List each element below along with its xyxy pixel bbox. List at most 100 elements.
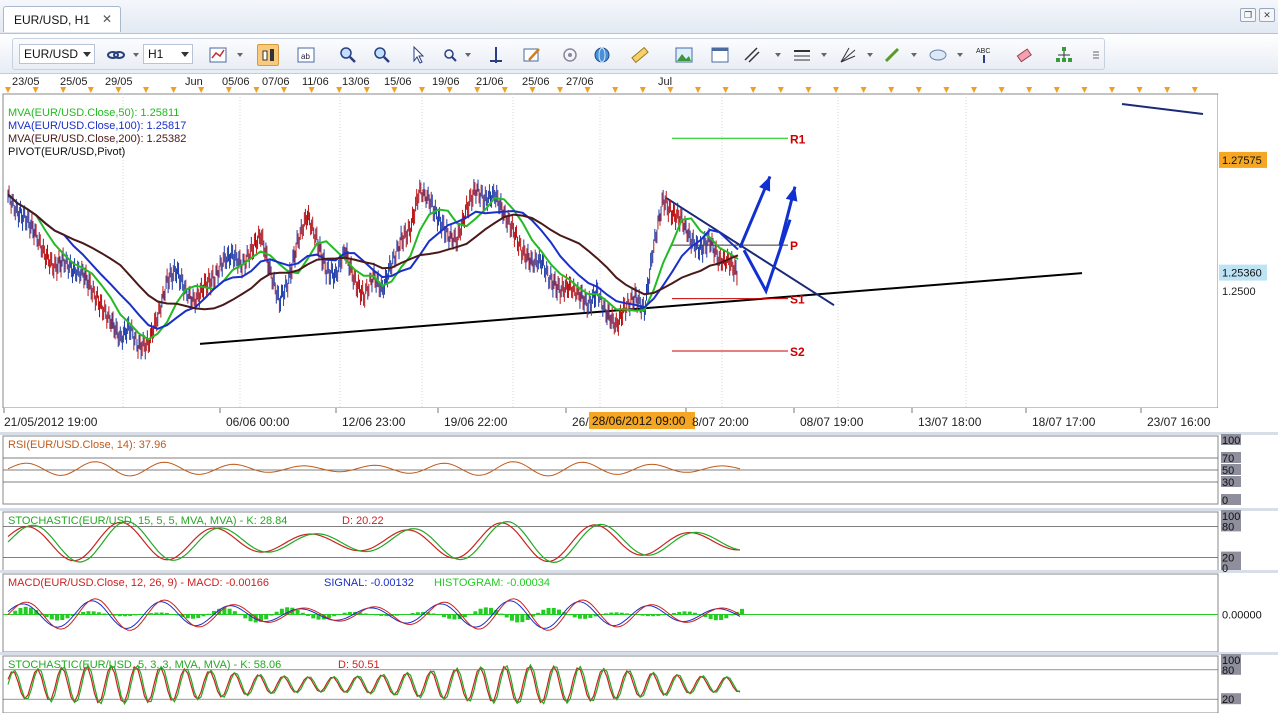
macd-histogram-bar <box>170 613 175 615</box>
close-icon[interactable]: ✕ <box>100 12 114 26</box>
date-label-top: 25/05 <box>60 76 88 88</box>
macd-histogram-bar <box>49 614 54 620</box>
ruler-icon[interactable] <box>629 44 651 66</box>
indicator-tick-label: 0 <box>1222 495 1228 507</box>
time-axis-label: 26/ <box>572 415 589 429</box>
pencil-icon[interactable] <box>881 44 903 66</box>
object-tree-icon[interactable] <box>1053 44 1075 66</box>
macd-histogram-bar <box>719 614 724 620</box>
ellipse-icon[interactable] <box>927 44 949 66</box>
panel-separator <box>0 508 1278 511</box>
zoom-out-icon[interactable] <box>371 44 393 66</box>
draw-lines-icon[interactable] <box>741 44 763 66</box>
zoom-rect-icon[interactable] <box>441 44 463 66</box>
macd-histogram-bar <box>128 614 133 616</box>
edit-chart-icon[interactable] <box>521 44 543 66</box>
date-label-top: Jun <box>185 76 203 88</box>
macd-histogram-bar <box>708 614 713 620</box>
chevron-down-icon[interactable] <box>911 53 917 57</box>
macd-histogram-bar <box>191 614 195 619</box>
pivot-label-p: P <box>790 239 798 253</box>
macd-histogram-bar <box>196 614 201 619</box>
macd-histogram-bar <box>274 611 279 615</box>
eraser-icon[interactable] <box>1013 44 1035 66</box>
legend-entry: MVA(EUR/USD.Close,100): 1.25817 <box>8 120 186 132</box>
macd-histogram-bar <box>363 613 368 615</box>
toolbar-panel: EUR/USD H1 ab ABC <box>12 38 1105 70</box>
date-label-top: 19/06 <box>432 76 460 88</box>
toolbar-overflow-icon[interactable] <box>1085 44 1099 66</box>
chevron-down-icon[interactable] <box>867 53 873 57</box>
text-label-icon[interactable]: ABC <box>973 44 995 66</box>
chevron-down-icon[interactable] <box>465 53 471 57</box>
time-axis-label: 19/06 22:00 <box>444 415 508 429</box>
chart-type-icon[interactable] <box>207 44 229 66</box>
fan-icon[interactable] <box>837 44 859 66</box>
chart-area[interactable]: 23/05 25/05 29/05 Jun 05/06 07/06 11/06 13/06 15… <box>0 74 1278 713</box>
candles-icon[interactable] <box>257 44 279 66</box>
svg-text:ABC: ABC <box>976 48 990 55</box>
macd-histogram-bar <box>332 614 337 617</box>
macd-histogram-bar <box>640 614 645 616</box>
macd-histogram-bar <box>133 614 138 616</box>
indicator-tick-label: 0 <box>1222 563 1228 575</box>
macd-histogram-bar <box>604 613 609 615</box>
chart-tab[interactable]: EUR/USD, H1 ✕ <box>3 6 121 32</box>
indicator-tick-label: 80 <box>1222 521 1234 533</box>
macd-histogram-bar <box>227 608 232 615</box>
macd-histogram-bar <box>86 611 91 615</box>
macd-histogram-bar <box>60 614 65 620</box>
date-label-top: Jul <box>658 76 672 88</box>
macd-histogram-bar <box>677 611 682 615</box>
macd-histogram-bar <box>483 607 488 615</box>
symbol-select[interactable]: EUR/USD <box>19 44 95 64</box>
chevron-down-icon <box>83 52 91 57</box>
macd-histogram-bar <box>279 608 284 615</box>
chevron-down-icon[interactable] <box>237 53 243 57</box>
macd-histogram-bar <box>441 614 446 618</box>
chevron-down-icon[interactable] <box>821 53 827 57</box>
zoom-in-icon[interactable] <box>337 44 359 66</box>
indicator-label-d: D: 50.51 <box>338 659 380 671</box>
indicator-label: STOCHASTIC(EUR/USD, 15, 5, 5, MVA, MVA) … <box>8 515 287 527</box>
macd-histogram-bar <box>232 611 237 615</box>
chevron-down-icon <box>181 52 189 57</box>
timeframe-select[interactable]: H1 <box>143 44 193 64</box>
crosshair-icon[interactable] <box>559 44 581 66</box>
indicator-tick-label: 70 <box>1222 453 1234 465</box>
macd-histogram-bar <box>614 612 619 615</box>
macd-histogram-bar <box>206 613 211 615</box>
image-icon[interactable] <box>673 44 695 66</box>
macd-histogram-bar <box>541 609 546 615</box>
close-window-icon[interactable]: ✕ <box>1259 8 1275 22</box>
chevron-down-icon[interactable] <box>957 53 963 57</box>
macd-histogram-bar <box>269 614 274 616</box>
macd-histogram-bar <box>18 607 23 615</box>
chevron-down-icon[interactable] <box>133 53 139 57</box>
macd-histogram-bar <box>609 612 614 615</box>
pivot-label-r1: R1 <box>790 132 806 146</box>
chart-svg[interactable]: 23/05 25/05 29/05 Jun 05/06 07/06 11/06 13/06 15… <box>0 74 1278 713</box>
macd-histogram-bar <box>123 614 128 617</box>
macd-histogram-bar <box>462 614 467 618</box>
chevron-down-icon[interactable] <box>775 53 781 57</box>
restore-icon[interactable]: ❐ <box>1240 8 1256 22</box>
pivot-label-s1: S1 <box>790 293 805 307</box>
template-icon[interactable] <box>709 44 731 66</box>
macd-histogram-bar <box>410 613 415 615</box>
horizontal-lines-icon[interactable] <box>791 44 813 66</box>
data-window-icon[interactable]: ab <box>295 44 317 66</box>
globe-icon[interactable] <box>591 44 613 66</box>
legend-entry: MVA(EUR/USD.Close,50): 1.25811 <box>8 107 179 119</box>
date-label-top: 27/06 <box>566 76 594 88</box>
link-icon[interactable] <box>105 44 127 66</box>
macd-histogram-bar <box>687 611 692 615</box>
indicator-tick-label: 0.00000 <box>1222 610 1262 622</box>
cursor-icon[interactable] <box>407 44 429 66</box>
shift-chart-icon[interactable] <box>485 44 507 66</box>
time-axis-label: 23/07 16:00 <box>1147 415 1211 429</box>
macd-histogram-bar <box>645 614 650 617</box>
indicator-label-d: D: 20.22 <box>342 515 384 527</box>
indicator-label: MACD(EUR/USD.Close, 12, 26, 9) - MACD: -… <box>8 577 269 589</box>
indicator-label-signal: SIGNAL: -0.00132 <box>324 577 414 589</box>
